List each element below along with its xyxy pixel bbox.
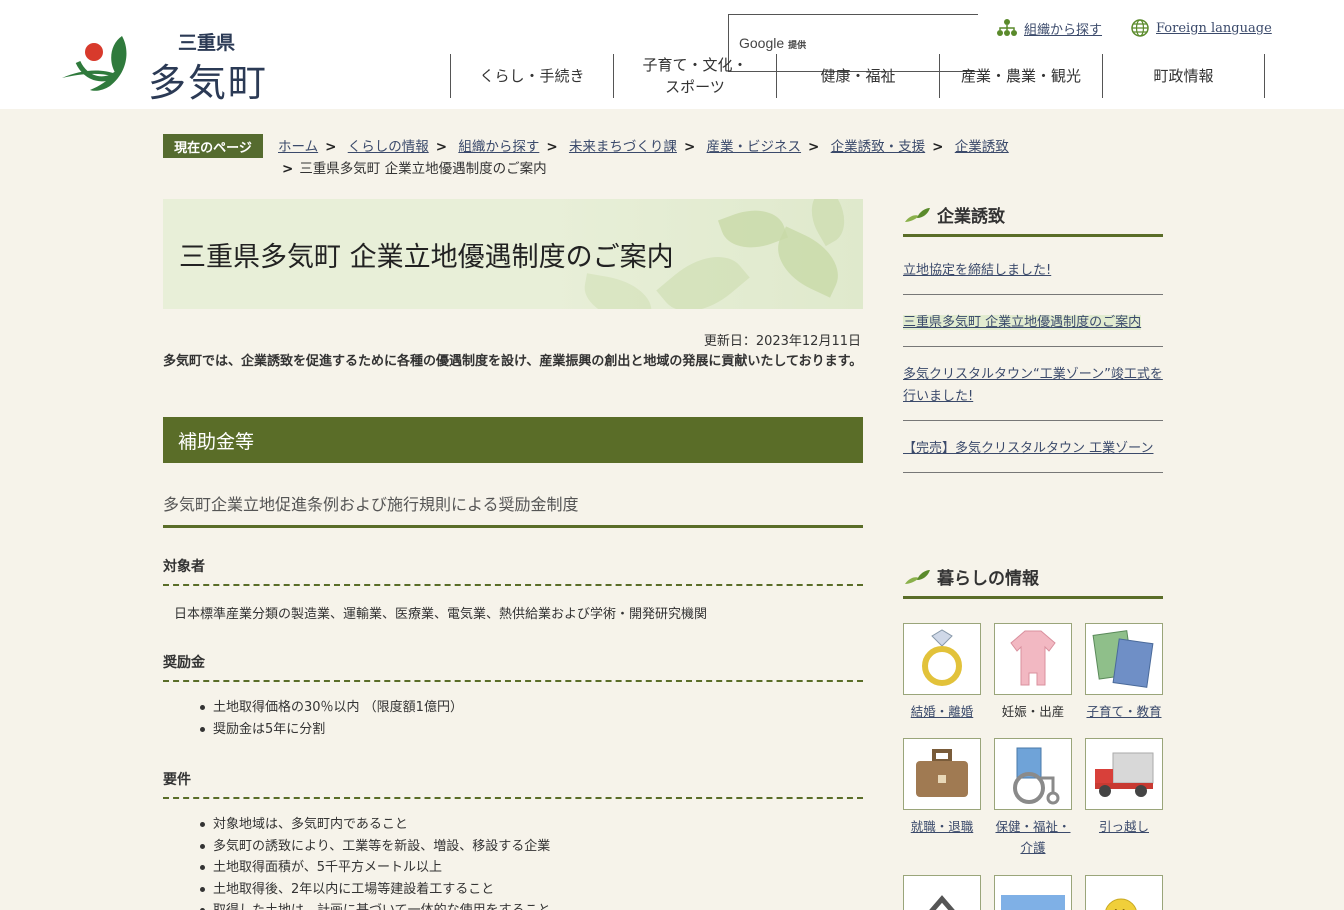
yen-coin-icon: ¥ — [1105, 898, 1137, 910]
sprout-icon — [905, 207, 930, 222]
sidebar-link-item: 多気クリスタルタウン“工業ゾーン”竣工式を行いました! — [903, 347, 1163, 421]
list-item: 取得した土地は、計画に基づいて一体的な使用をすること — [200, 900, 551, 910]
sidebar-link[interactable]: 立地協定を締結しました! — [903, 263, 1051, 278]
sidebar-links: 立地協定を締結しました! 三重県多気町 企業立地優遇制度のご案内 多気クリスタル… — [903, 243, 1163, 473]
nav-item-childcare-culture[interactable]: 子育て・文化・ スポーツ — [613, 54, 776, 98]
global-nav: くらし・手続き 子育て・文化・ スポーツ 健康・福祉 産業・農業・観光 町政情報 — [450, 54, 1265, 98]
sidebar-link[interactable]: 【完売】多気クリスタルタウン 工業ゾーン — [903, 441, 1153, 456]
updated-date: 更新日：2023年12月11日 — [703, 334, 861, 349]
list-item: 奨励金は5年に分割 — [200, 719, 463, 741]
requirements-list: 対象地域は、多気町内であること 多気町の誘致により、工業等を新設、増設、移設する… — [200, 814, 551, 910]
section-heading-subsidies: 補助金等 — [163, 417, 863, 463]
briefcase-icon — [916, 749, 968, 797]
breadcrumb: ホーム > くらしの情報 > 組織から探す > 未来まちづくり課 > 産業・ビジネス > … — [278, 136, 1038, 180]
breadcrumb-link[interactable]: 産業・ビジネス — [707, 139, 802, 155]
list-item: 土地取得後、2年以内に工場等建設着工すること — [200, 879, 551, 901]
target-text: 日本標準産業分類の製造業、運輸業、医療業、電気業、熱供給業および学術・開発研究機… — [174, 607, 708, 622]
tile-employment[interactable]: 就職・退職 — [903, 738, 981, 837]
breadcrumb-label: 現在のページ — [163, 134, 263, 158]
heading-requirements: 要件 — [163, 769, 863, 799]
tile-partial[interactable] — [994, 875, 1072, 910]
sidebar-heading-living: 暮らしの情報 — [903, 561, 1163, 599]
sidebar-link[interactable]: 多気クリスタルタウン“工業ゾーン”竣工式を行いました! — [903, 367, 1163, 404]
grant-list: 土地取得価格の30％以内 （限度額1億円） 奨励金は5年に分割 — [200, 697, 463, 741]
baby-clothes-icon — [1010, 630, 1056, 686]
sidebar-link-item: 【完売】多気クリスタルタウン 工業ゾーン — [903, 421, 1163, 473]
nav-item-industry[interactable]: 産業・農業・観光 — [939, 54, 1102, 98]
site-header: 三重県 多気町 Google 提供 組織から探す Foreign language… — [0, 0, 1344, 109]
nav-item-living[interactable]: くらし・手続き — [450, 54, 613, 98]
breadcrumb-link[interactable]: 企業誘致・支援 — [831, 139, 926, 155]
svg-text:¥: ¥ — [1114, 906, 1125, 910]
site-logo[interactable]: 三重県 多気町 — [60, 28, 280, 105]
list-item: 土地取得価格の30％以内 （限度額1億円） — [200, 697, 463, 719]
tile-label[interactable]: 就職・退職 — [911, 819, 974, 834]
list-item: 土地取得面積が、5千平方メートル以上 — [200, 857, 551, 879]
tile-welfare[interactable]: 保健・福祉・介護 — [994, 738, 1072, 858]
tile-marriage[interactable]: 結婚・離婚 — [903, 623, 981, 722]
heading-grant: 奨励金 — [163, 652, 863, 682]
housing-icon — [1001, 895, 1065, 910]
breadcrumb-link[interactable]: ホーム — [278, 139, 318, 155]
tile-partial[interactable]: ¥ — [1085, 875, 1163, 910]
tile-label[interactable]: 保健・福祉・介護 — [995, 819, 1070, 855]
town-name: 多気町 — [148, 61, 269, 105]
truck-icon — [1095, 752, 1154, 797]
page-title: 三重県多気町 企業立地優遇制度のご案内 — [179, 242, 674, 273]
heading-target: 対象者 — [163, 556, 863, 586]
list-item: 対象地域は、多気町内であること — [200, 814, 551, 836]
list-item: 多気町の誘致により、工業等を新設、増設、移設する企業 — [200, 836, 551, 858]
sprout-icon — [905, 569, 930, 584]
breadcrumb-link[interactable]: 企業誘致 — [955, 139, 1009, 155]
house-window-icon — [929, 895, 955, 910]
tile-moving[interactable]: 引っ越し — [1085, 738, 1163, 837]
tile-label[interactable]: 子育て・教育 — [1086, 704, 1161, 719]
breadcrumb-current: > 三重県多気町 企業立地優遇制度のご案内 — [282, 161, 547, 177]
breadcrumb-link[interactable]: くらしの情報 — [348, 139, 429, 155]
town-emblem-icon — [62, 36, 127, 91]
sidebar-heading-business: 企業誘致 — [903, 199, 1163, 237]
tile-pregnancy[interactable]: 妊娠・出産 — [994, 623, 1072, 722]
org-search-link[interactable]: 組織から探す — [996, 18, 1102, 38]
tile-label: 妊娠・出産 — [1001, 704, 1065, 719]
sidebar-link-item: 立地協定を締結しました! — [903, 243, 1163, 295]
search-provider: Google 提供 — [739, 35, 807, 51]
tile-label[interactable]: 結婚・離婚 — [911, 704, 974, 719]
leaf-decoration — [580, 273, 656, 309]
sidebar-link[interactable]: 三重県多気町 企業立地優遇制度のご案内 — [903, 315, 1142, 330]
nav-item-town-admin[interactable]: 町政情報 — [1102, 54, 1265, 98]
notebooks-icon — [1092, 630, 1154, 688]
intro-text: 多気町では、企業誘致を促進するために各種の優遇制度を設け、産業振興の創出と地域の… — [163, 354, 863, 369]
tile-partial[interactable] — [903, 875, 981, 910]
ring-icon — [922, 629, 962, 686]
prefecture-name: 三重県 — [178, 32, 236, 54]
main-content: 三重県多気町 企業立地優遇制度のご案内 — [163, 199, 863, 309]
wheelchair-icon — [1013, 747, 1060, 805]
breadcrumb-link[interactable]: 組織から探す — [458, 139, 539, 155]
tile-childcare[interactable]: 子育て・教育 — [1085, 623, 1163, 722]
breadcrumb-link[interactable]: 未来まちづくり課 — [569, 139, 677, 155]
page-title-banner: 三重県多気町 企業立地優遇制度のご案内 — [163, 199, 863, 309]
tile-label[interactable]: 引っ越し — [1099, 819, 1149, 834]
sidebar-link-item-current: 三重県多気町 企業立地優遇制度のご案内 — [903, 295, 1163, 347]
foreign-language-link[interactable]: Foreign language — [1130, 18, 1272, 38]
globe-icon — [1131, 19, 1149, 37]
subsection-heading: 多気町企業立地促進条例および施行規則による奨励金制度 — [163, 491, 863, 528]
org-chart-icon — [997, 19, 1017, 36]
nav-item-health[interactable]: 健康・福祉 — [776, 54, 939, 98]
